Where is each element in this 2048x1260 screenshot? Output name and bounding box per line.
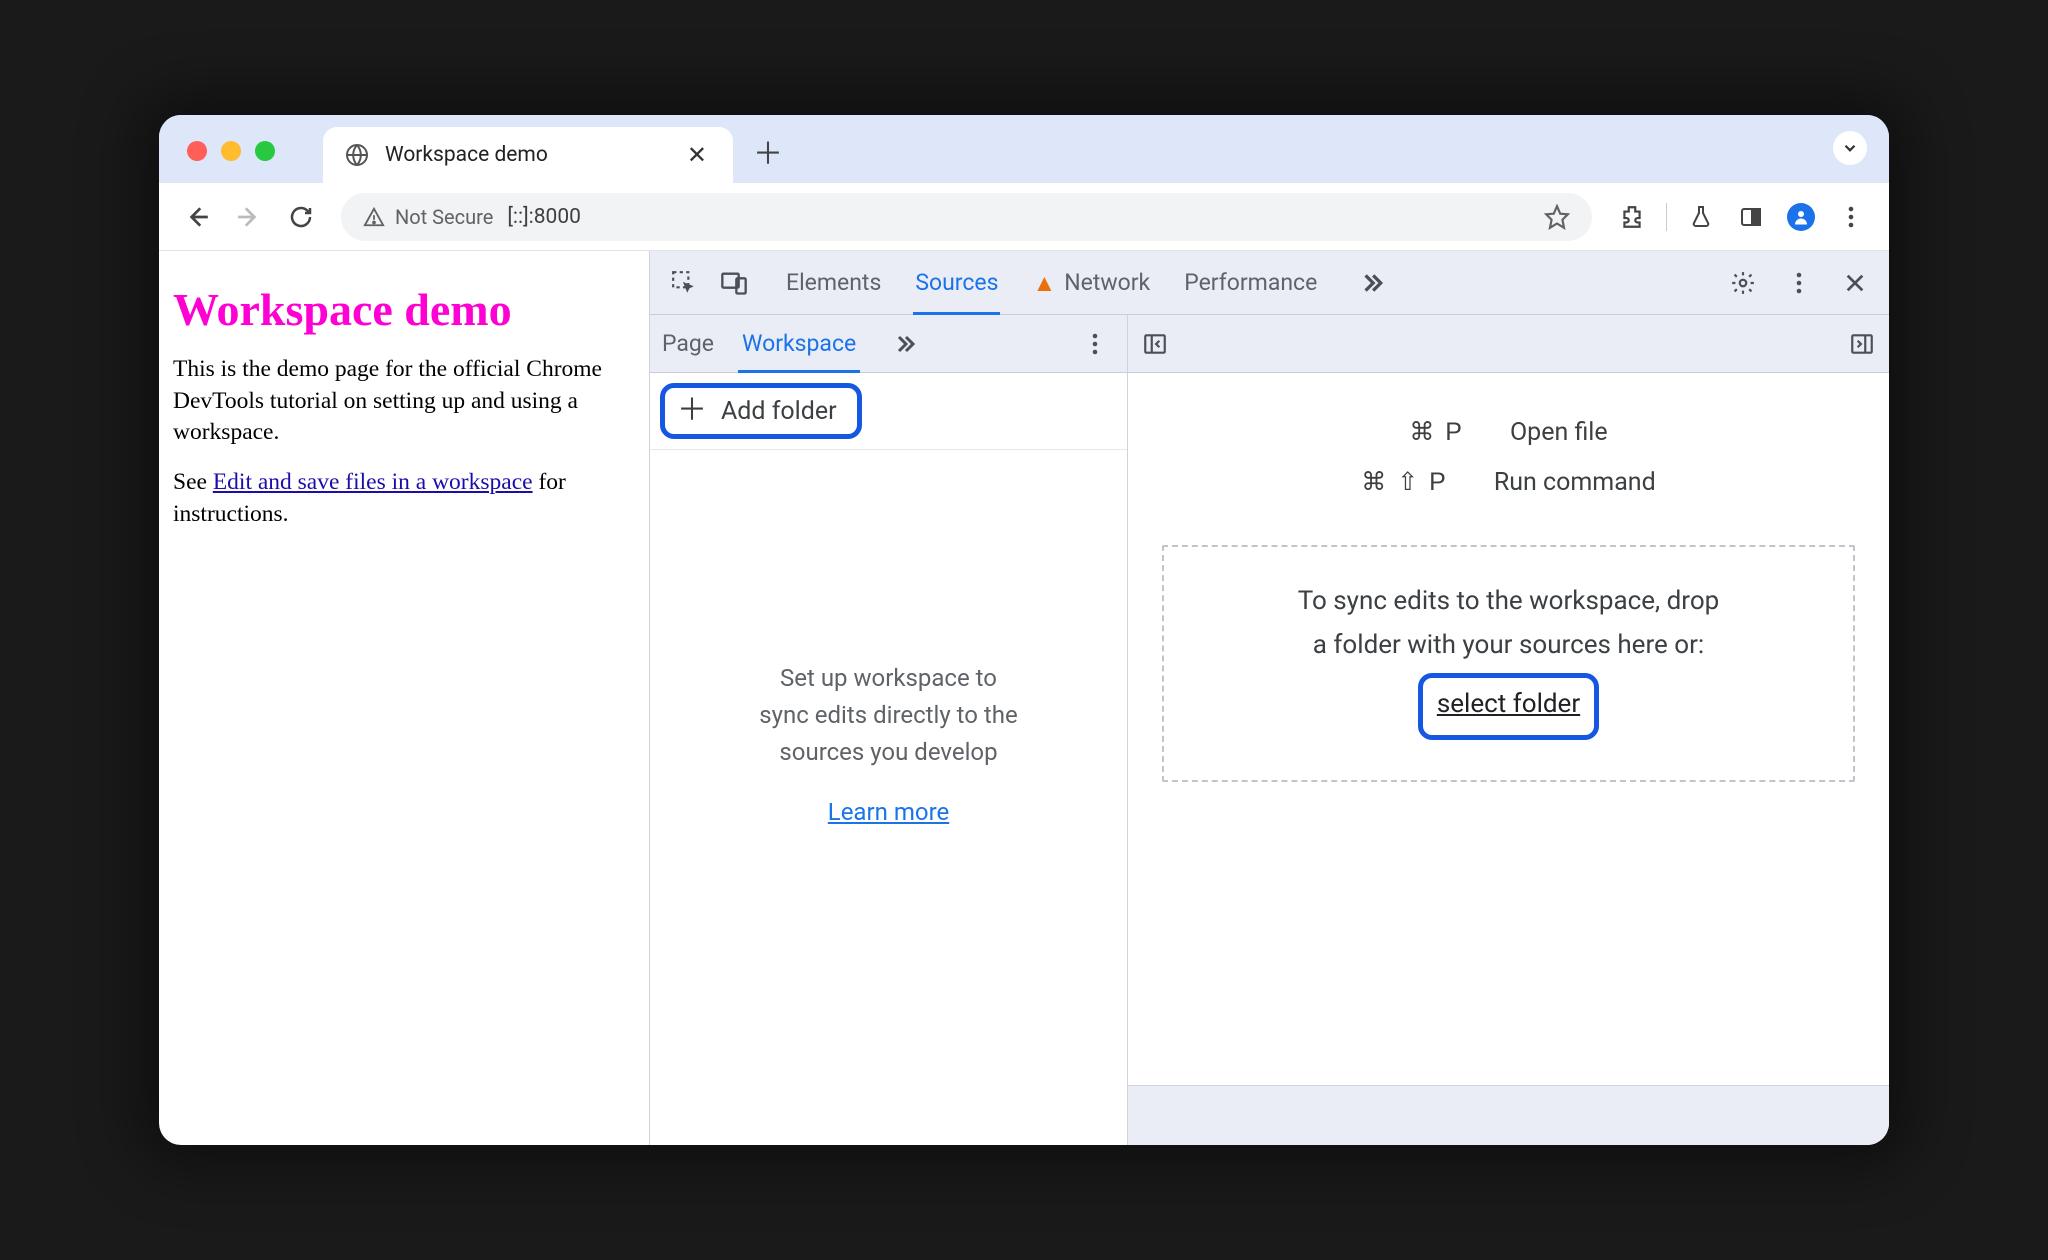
browser-window: Workspace demo ✕ ＋ Not Secure [::]:8000 bbox=[159, 115, 1889, 1145]
shortcut-label: Open file bbox=[1510, 418, 1608, 447]
workspace-dropzone[interactable]: To sync edits to the workspace, drop a f… bbox=[1162, 545, 1855, 782]
workspace-setup-message: Set up workspace to sync edits directly … bbox=[650, 450, 1127, 1145]
learn-more-link[interactable]: Learn more bbox=[828, 794, 949, 831]
browser-tab[interactable]: Workspace demo ✕ bbox=[323, 127, 733, 183]
subtab-page[interactable]: Page bbox=[662, 315, 714, 372]
add-folder-label: Add folder bbox=[721, 397, 837, 426]
warning-triangle-icon bbox=[363, 206, 385, 228]
toggle-debugger-button[interactable] bbox=[1849, 331, 1875, 357]
devtools-tabs: Elements Sources ▲ Network Performance bbox=[786, 251, 1391, 314]
devtools-panel: Elements Sources ▲ Network Performance bbox=[649, 251, 1889, 1145]
close-tab-button[interactable]: ✕ bbox=[681, 137, 713, 173]
fullscreen-window-button[interactable] bbox=[255, 141, 275, 161]
more-tabs-button[interactable] bbox=[1351, 263, 1391, 303]
back-button[interactable] bbox=[175, 195, 219, 239]
devtools-toolbar: Elements Sources ▲ Network Performance bbox=[650, 251, 1889, 315]
side-panel-button[interactable] bbox=[1729, 195, 1773, 239]
forward-button[interactable] bbox=[227, 195, 271, 239]
shortcut-open-file: ⌘ P Open file bbox=[1409, 417, 1607, 447]
extensions-button[interactable] bbox=[1610, 195, 1654, 239]
labs-button[interactable] bbox=[1679, 195, 1723, 239]
security-label: Not Secure bbox=[395, 205, 493, 229]
shortcut-keys: ⌘ ⇧ P bbox=[1361, 467, 1448, 497]
browser-toolbar: Not Secure [::]:8000 bbox=[159, 183, 1889, 251]
devtools-toolbar-right bbox=[1723, 263, 1875, 303]
select-folder-button[interactable]: select folder bbox=[1418, 673, 1599, 739]
bookmark-button[interactable] bbox=[1544, 204, 1570, 230]
devtools-body: Page Workspace ＋ Add folder bbox=[650, 315, 1889, 1145]
shortcuts-hint: ⌘ P Open file ⌘ ⇧ P Run command bbox=[1128, 373, 1889, 527]
add-folder-row: ＋ Add folder bbox=[650, 373, 1127, 450]
toolbar-right bbox=[1610, 195, 1873, 239]
profile-button[interactable] bbox=[1779, 195, 1823, 239]
page-link[interactable]: Edit and save files in a workspace bbox=[213, 469, 533, 495]
browser-menu-button[interactable] bbox=[1829, 195, 1873, 239]
address-bar[interactable]: Not Secure [::]:8000 bbox=[341, 193, 1592, 241]
sources-subtabs: Page Workspace bbox=[650, 315, 1127, 373]
navigator-menu-button[interactable] bbox=[1075, 324, 1115, 364]
dropzone-container: To sync edits to the workspace, drop a f… bbox=[1128, 527, 1889, 782]
page-viewport: Workspace demo This is the demo page for… bbox=[159, 251, 649, 1145]
plus-icon: ＋ bbox=[677, 396, 707, 426]
editor-status-bar bbox=[1128, 1085, 1889, 1145]
editor-tabstrip bbox=[1128, 315, 1889, 373]
sources-navigator: Page Workspace ＋ Add folder bbox=[650, 315, 1128, 1145]
tab-sources[interactable]: Sources bbox=[915, 251, 998, 314]
devtools-menu-button[interactable] bbox=[1779, 263, 1819, 303]
tab-strip: Workspace demo ✕ ＋ bbox=[159, 115, 1889, 183]
shortcut-label: Run command bbox=[1494, 468, 1656, 497]
content-area: Workspace demo This is the demo page for… bbox=[159, 251, 1889, 1145]
avatar-icon bbox=[1787, 203, 1815, 231]
window-controls bbox=[187, 141, 275, 161]
tab-title: Workspace demo bbox=[385, 143, 665, 167]
minimize-window-button[interactable] bbox=[221, 141, 241, 161]
add-folder-button[interactable]: ＋ Add folder bbox=[660, 383, 862, 439]
close-window-button[interactable] bbox=[187, 141, 207, 161]
warning-icon: ▲ bbox=[1032, 271, 1056, 295]
more-subtabs-button[interactable] bbox=[884, 324, 924, 364]
new-tab-button[interactable]: ＋ bbox=[753, 129, 783, 183]
shortcut-keys: ⌘ P bbox=[1409, 417, 1464, 447]
url-text: [::]:8000 bbox=[507, 205, 581, 229]
inspect-element-button[interactable] bbox=[664, 263, 704, 303]
tab-performance[interactable]: Performance bbox=[1184, 251, 1317, 314]
devtools-settings-button[interactable] bbox=[1723, 263, 1763, 303]
page-paragraph: This is the demo page for the official C… bbox=[173, 354, 633, 449]
device-toolbar-button[interactable] bbox=[714, 263, 754, 303]
tab-elements[interactable]: Elements bbox=[786, 251, 881, 314]
security-chip[interactable]: Not Secure bbox=[363, 205, 493, 229]
page-heading: Workspace demo bbox=[173, 283, 633, 336]
separator bbox=[1666, 203, 1667, 231]
tabs-expand-button[interactable] bbox=[1833, 131, 1867, 165]
devtools-close-button[interactable] bbox=[1835, 263, 1875, 303]
reload-button[interactable] bbox=[279, 195, 323, 239]
tab-network[interactable]: ▲ Network bbox=[1032, 251, 1150, 314]
toggle-navigator-button[interactable] bbox=[1142, 331, 1168, 357]
globe-icon bbox=[345, 143, 369, 167]
sources-editor-area: ⌘ P Open file ⌘ ⇧ P Run command To sync … bbox=[1128, 315, 1889, 1145]
page-paragraph: See Edit and save files in a workspace f… bbox=[173, 467, 633, 530]
shortcut-run-command: ⌘ ⇧ P Run command bbox=[1361, 467, 1655, 497]
subtab-workspace[interactable]: Workspace bbox=[742, 315, 856, 372]
